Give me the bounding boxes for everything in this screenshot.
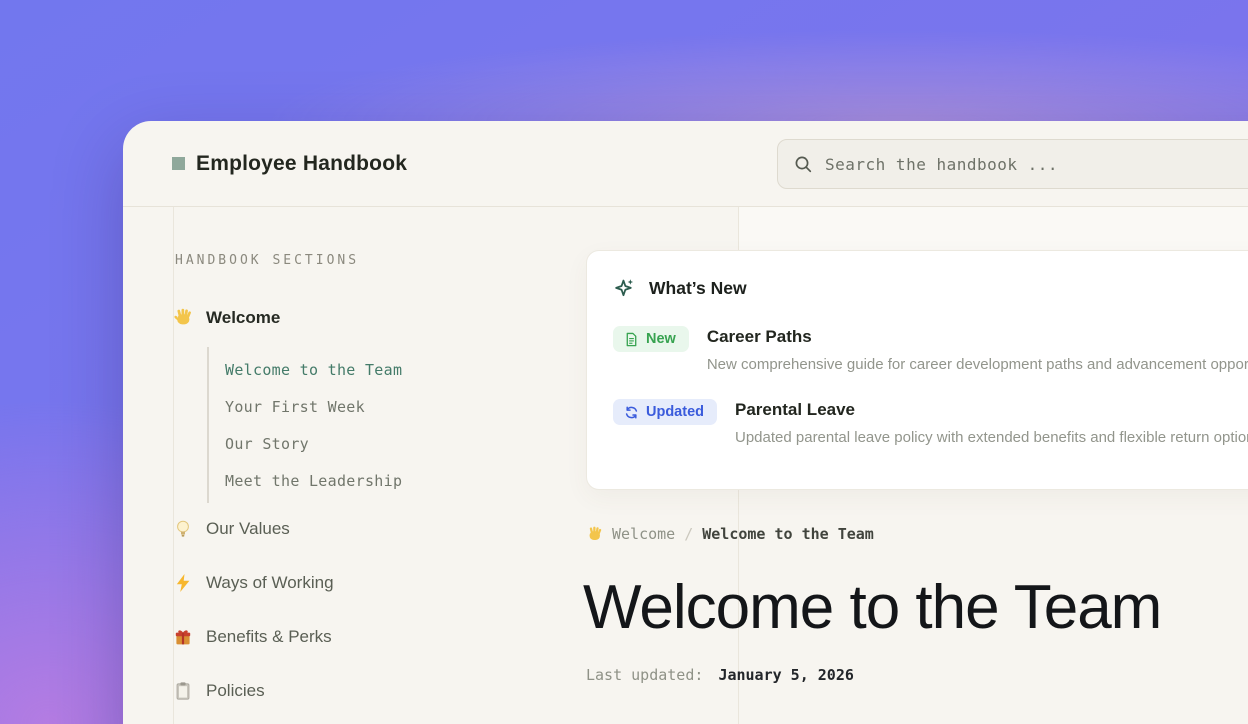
last-updated-label: Last updated: — [586, 666, 703, 684]
sidebar-item-ways-of-working[interactable]: Ways of Working — [173, 573, 334, 593]
lightbulb-emoji — [173, 519, 193, 539]
refresh-icon — [624, 405, 639, 420]
sidebar-item-label: Our Values — [206, 519, 290, 539]
news-item-title: Career Paths — [707, 327, 1248, 347]
search-input[interactable] — [825, 155, 1248, 174]
whats-new-title: What’s New — [649, 278, 747, 299]
app-logo — [172, 157, 185, 170]
sidebar-item-label: Ways of Working — [206, 573, 334, 593]
news-item-career-paths[interactable]: New Career Paths New comprehensive guide… — [613, 327, 1248, 373]
subnav-item-welcome-to-the-team[interactable]: Welcome to the Team — [225, 351, 507, 388]
search-icon — [794, 155, 813, 174]
document-icon — [624, 332, 639, 347]
last-updated: Last updated: January 5, 2026 — [586, 666, 854, 684]
new-badge-label: New — [646, 331, 676, 347]
sidebar-item-label: Policies — [206, 681, 265, 701]
sidebar-item-our-values[interactable]: Our Values — [173, 519, 290, 539]
news-item-description: Updated parental leave policy with exten… — [735, 429, 1248, 446]
wave-emoji — [173, 308, 193, 328]
content-top-band — [738, 207, 1248, 251]
page-title: Welcome to the Team — [583, 572, 1161, 643]
sidebar-item-policies[interactable]: Policies — [173, 681, 265, 701]
app-header: Employee Handbook — [123, 121, 1248, 207]
subnav-item-our-story[interactable]: Our Story — [225, 425, 507, 462]
whats-new-card: What’s New New Career Paths New comprehe… — [586, 250, 1248, 490]
app-window: Employee Handbook HANDBOOK SECTIONS Welc… — [123, 121, 1248, 724]
news-item-description: New comprehensive guide for career devel… — [707, 356, 1248, 373]
updated-badge: Updated — [613, 399, 717, 425]
zap-emoji — [173, 573, 193, 593]
search-bar[interactable] — [777, 139, 1248, 189]
subnav-item-meet-the-leadership[interactable]: Meet the Leadership — [225, 462, 507, 499]
new-badge: New — [613, 326, 689, 352]
breadcrumb-separator: / — [684, 525, 693, 543]
sidebar-subnav: Welcome to the Team Your First Week Our … — [207, 347, 507, 503]
app-title: Employee Handbook — [196, 152, 407, 176]
last-updated-value: January 5, 2026 — [718, 666, 853, 684]
news-item-parental-leave[interactable]: Updated Parental Leave Updated parental … — [613, 400, 1248, 446]
sidebar-section-label: HANDBOOK SECTIONS — [175, 253, 359, 268]
sidebar-item-benefits-perks[interactable]: Benefits & Perks — [173, 627, 332, 647]
sidebar-item-welcome[interactable]: Welcome — [173, 308, 280, 328]
sidebar-item-label: Welcome — [206, 308, 280, 328]
news-item-title: Parental Leave — [735, 400, 1248, 420]
breadcrumb-section[interactable]: Welcome — [612, 525, 675, 543]
sparkles-icon — [613, 277, 636, 300]
wave-emoji — [586, 526, 603, 543]
updated-badge-label: Updated — [646, 404, 704, 420]
gift-emoji — [173, 627, 193, 647]
breadcrumb-page: Welcome to the Team — [702, 525, 874, 543]
breadcrumb: Welcome / Welcome to the Team — [586, 525, 874, 543]
sidebar-item-label: Benefits & Perks — [206, 627, 332, 647]
subnav-item-your-first-week[interactable]: Your First Week — [225, 388, 507, 425]
clipboard-emoji — [173, 681, 193, 701]
